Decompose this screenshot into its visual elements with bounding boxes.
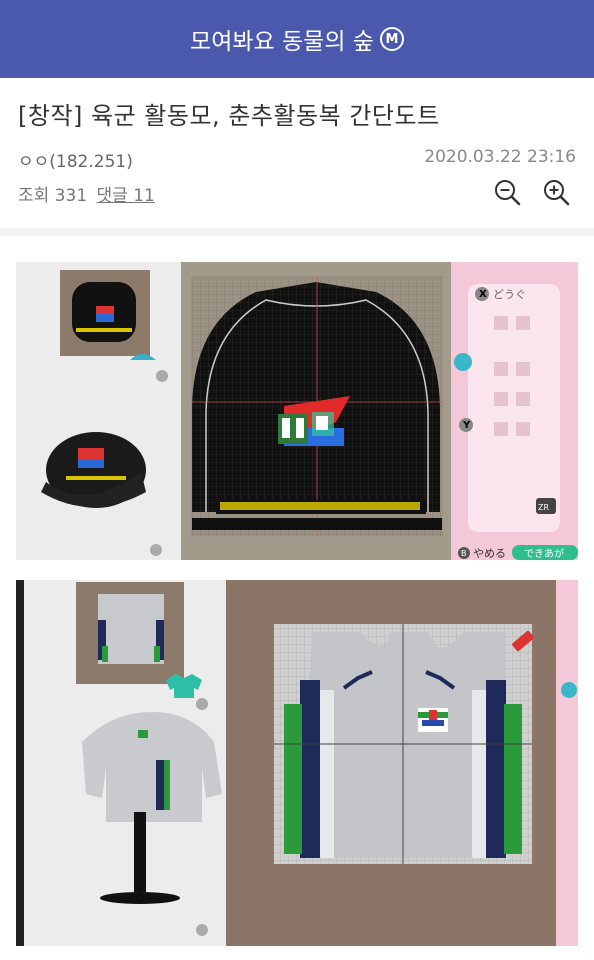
post-author[interactable]: ㅇㅇ(182.251) xyxy=(18,147,133,172)
comment-count-link[interactable]: 댓글 11 xyxy=(97,186,155,206)
post-datetime: 2020.03.22 23:16 xyxy=(424,147,576,167)
cancel-label: やめる xyxy=(473,547,506,560)
view-count: 조회 331 xyxy=(18,186,88,206)
shirt-design-canvas xyxy=(16,580,578,946)
m-badge-icon: M xyxy=(379,27,404,51)
zoom-out-icon[interactable] xyxy=(492,177,522,207)
app-title[interactable]: 모여봐요 동물의 숲 xyxy=(190,22,374,56)
zoom-in-icon[interactable] xyxy=(541,177,571,207)
hat-design-photo[interactable]: X どうぐ Y ZR B やめる できあが xyxy=(16,262,578,560)
tools-label: どうぐ xyxy=(493,288,526,301)
hat-design-canvas: X どうぐ Y ZR B やめる できあが xyxy=(16,262,578,560)
post-stats: 조회 331 댓글 11 xyxy=(18,181,155,206)
app-header: 모여봐요 동물의 숲 M xyxy=(0,0,594,78)
post-title: [창작] 육군 활동모, 춘추활동복 간단도트 xyxy=(18,102,440,130)
y-key-label: Y xyxy=(462,420,471,431)
b-key-label: B xyxy=(461,549,467,558)
x-key-label: X xyxy=(479,289,487,300)
zr-key-label: ZR xyxy=(538,503,549,512)
section-divider xyxy=(0,228,594,236)
shirt-design-photo[interactable] xyxy=(16,580,578,946)
done-label: できあが xyxy=(524,547,564,560)
